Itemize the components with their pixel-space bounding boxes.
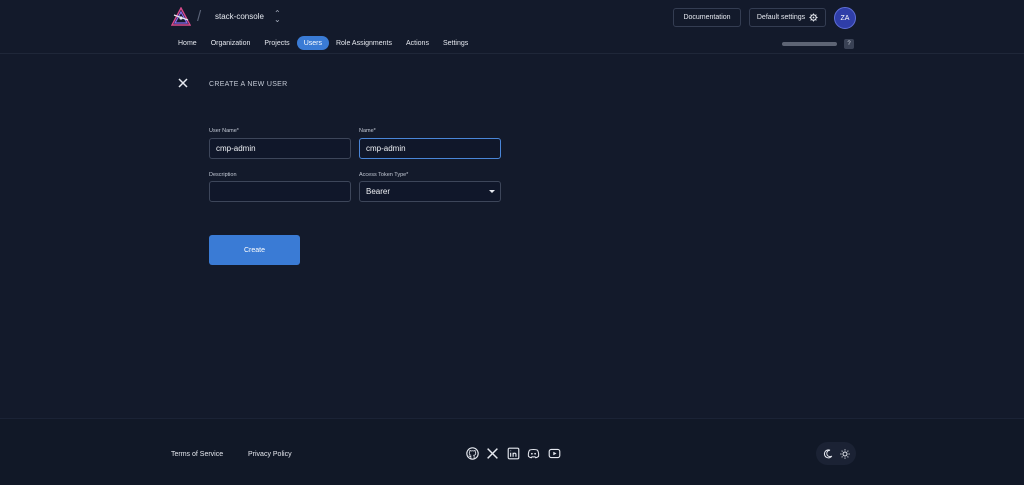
nav-item-projects[interactable]: Projects bbox=[257, 36, 296, 50]
page-title: CREATE A NEW USER bbox=[209, 81, 288, 88]
name-label: Name* bbox=[359, 128, 376, 134]
access-token-type-value: Bearer bbox=[366, 187, 391, 196]
access-token-type-label: Access Token Type* bbox=[359, 172, 409, 178]
nav-item-home[interactable]: Home bbox=[171, 36, 204, 50]
project-name[interactable]: stack-console bbox=[215, 12, 264, 21]
nav-item-actions[interactable]: Actions bbox=[399, 36, 436, 50]
username-field[interactable] bbox=[209, 138, 351, 159]
user-avatar[interactable]: ZA bbox=[834, 7, 856, 29]
app-logo-icon[interactable] bbox=[171, 7, 191, 27]
description-field[interactable] bbox=[209, 181, 351, 202]
nav-item-users[interactable]: Users bbox=[296, 36, 329, 50]
light-mode-button[interactable] bbox=[837, 446, 853, 462]
discord-icon[interactable] bbox=[527, 447, 540, 460]
default-settings-button[interactable]: Default settings bbox=[749, 8, 826, 27]
breadcrumb-separator: / bbox=[197, 8, 202, 25]
description-label: Description bbox=[209, 172, 237, 178]
dark-mode-button[interactable] bbox=[820, 446, 836, 462]
top-header: / stack-console ⌃ ⌄ Documentation Default… bbox=[0, 0, 1024, 54]
terms-link[interactable]: Terms of Service bbox=[171, 451, 223, 458]
nav-item-settings[interactable]: Settings bbox=[436, 36, 475, 50]
chevron-down-icon[interactable] bbox=[489, 190, 495, 193]
nav-item-role-assignments[interactable]: Role Assignments bbox=[329, 36, 399, 50]
help-button[interactable]: ? bbox=[844, 39, 854, 49]
loading-bar bbox=[782, 42, 837, 46]
nav-item-organization[interactable]: Organization bbox=[204, 36, 258, 50]
username-label: User Name* bbox=[209, 128, 239, 134]
github-icon[interactable] bbox=[466, 447, 479, 460]
documentation-button[interactable]: Documentation bbox=[673, 8, 741, 27]
theme-toggle bbox=[816, 442, 856, 465]
sun-icon bbox=[839, 448, 850, 459]
project-switcher-chevron-icon[interactable]: ⌃ ⌄ bbox=[274, 10, 281, 24]
create-button[interactable]: Create bbox=[209, 235, 300, 265]
main-nav: Home Organization Projects Users Role As… bbox=[171, 36, 475, 50]
linkedin-icon[interactable] bbox=[507, 447, 520, 460]
moon-icon bbox=[823, 448, 832, 458]
x-icon[interactable] bbox=[486, 447, 499, 460]
close-icon[interactable] bbox=[177, 77, 189, 89]
access-token-type-select[interactable]: Bearer bbox=[359, 181, 501, 202]
default-settings-label: Default settings bbox=[756, 14, 806, 21]
privacy-link[interactable]: Privacy Policy bbox=[248, 451, 292, 458]
gear-icon bbox=[809, 13, 818, 22]
youtube-icon[interactable] bbox=[548, 447, 561, 460]
name-field[interactable] bbox=[359, 138, 501, 159]
